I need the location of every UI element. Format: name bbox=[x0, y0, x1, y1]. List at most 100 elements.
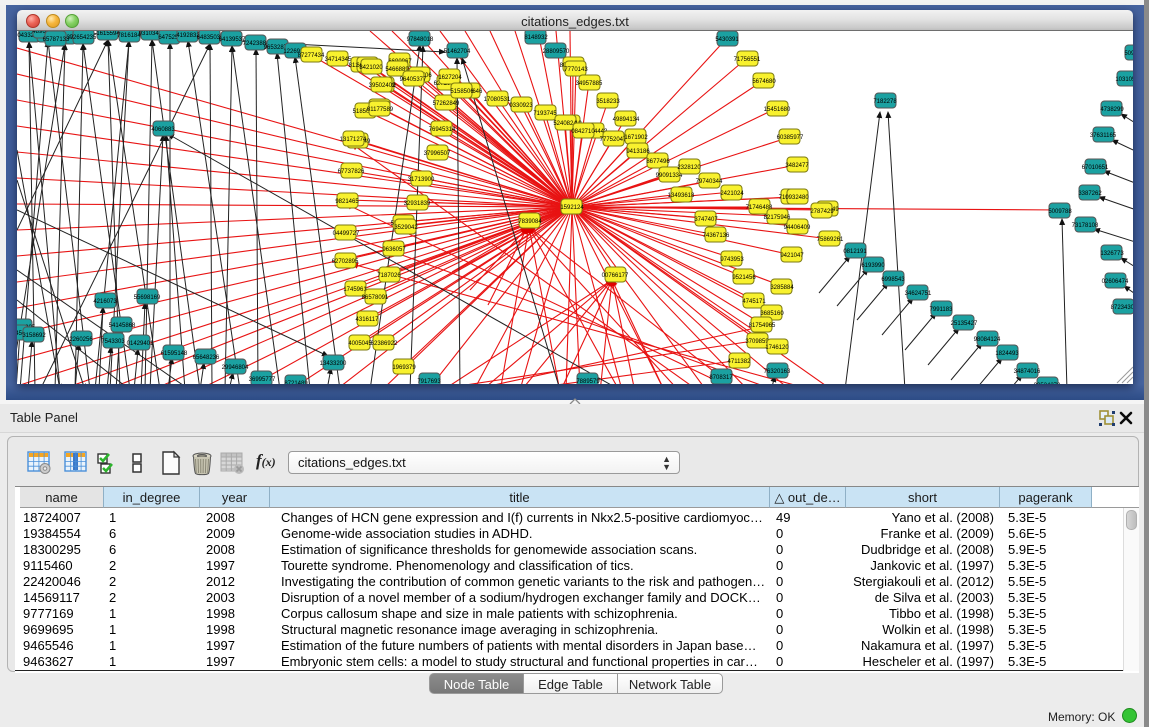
svg-text:34874016: 34874016 bbox=[1014, 369, 1041, 375]
svg-text:28809570: 28809570 bbox=[543, 49, 570, 55]
svg-text:9521456: 9521456 bbox=[732, 275, 756, 281]
svg-text:2260256: 2260256 bbox=[69, 337, 93, 343]
svg-text:62702895: 62702895 bbox=[332, 259, 359, 265]
svg-text:1671902: 1671902 bbox=[624, 135, 648, 141]
svg-text:3747407: 3747407 bbox=[694, 217, 718, 223]
svg-text:87277434: 87277434 bbox=[298, 53, 325, 59]
svg-text:76320163: 76320163 bbox=[764, 369, 791, 375]
svg-text:4316117: 4316117 bbox=[356, 317, 380, 323]
svg-text:1746120: 1746120 bbox=[765, 345, 789, 351]
svg-text:6998543: 6998543 bbox=[881, 277, 905, 283]
svg-text:31713900: 31713900 bbox=[408, 177, 435, 183]
svg-text:0842710: 0842710 bbox=[571, 129, 595, 135]
svg-text:8421020: 8421020 bbox=[359, 65, 383, 71]
svg-text:62386922: 62386922 bbox=[371, 341, 398, 347]
svg-text:37996507: 37996507 bbox=[424, 151, 451, 157]
svg-text:49894134: 49894134 bbox=[613, 117, 640, 123]
svg-text:0932480: 0932480 bbox=[785, 195, 809, 201]
svg-text:76945314: 76945314 bbox=[429, 127, 456, 133]
svg-text:79740344: 79740344 bbox=[696, 179, 723, 185]
svg-text:17080531: 17080531 bbox=[484, 97, 511, 103]
svg-text:5430391: 5430391 bbox=[715, 37, 739, 43]
svg-text:8708317: 8708317 bbox=[709, 375, 733, 381]
svg-text:94406409: 94406409 bbox=[784, 225, 811, 231]
svg-text:81177589: 81177589 bbox=[367, 107, 394, 113]
svg-text:0812191: 0812191 bbox=[843, 249, 867, 255]
svg-text:61595148: 61595148 bbox=[161, 351, 188, 357]
svg-text:29946804: 29946804 bbox=[222, 365, 249, 371]
svg-text:0330923: 0330923 bbox=[509, 103, 533, 109]
svg-text:5158506: 5158506 bbox=[450, 89, 474, 95]
svg-text:39502402: 39502402 bbox=[369, 83, 396, 89]
svg-text:02606474: 02606474 bbox=[1102, 279, 1129, 285]
svg-text:99091334: 99091334 bbox=[656, 173, 683, 179]
svg-text:7543303: 7543303 bbox=[101, 339, 125, 345]
svg-text:55698169: 55698169 bbox=[134, 295, 161, 301]
svg-text:51462704: 51462704 bbox=[444, 49, 471, 55]
svg-text:9413186: 9413186 bbox=[626, 149, 650, 155]
svg-text:57262849: 57262849 bbox=[433, 101, 460, 107]
svg-text:00766177: 00766177 bbox=[602, 273, 629, 279]
svg-text:13493618: 13493618 bbox=[668, 193, 695, 199]
svg-text:04499727: 04499727 bbox=[333, 231, 360, 237]
svg-text:8721489: 8721489 bbox=[284, 381, 308, 384]
svg-text:13171274: 13171274 bbox=[340, 137, 367, 143]
svg-text:4005045: 4005045 bbox=[348, 341, 372, 347]
svg-text:74367136: 74367136 bbox=[703, 233, 730, 239]
svg-text:37631165: 37631165 bbox=[1090, 133, 1117, 139]
svg-text:7889579: 7889579 bbox=[576, 379, 600, 384]
svg-text:1969379: 1969379 bbox=[392, 365, 416, 371]
svg-text:87234309: 87234309 bbox=[1111, 305, 1133, 311]
svg-text:3387262: 3387262 bbox=[1078, 191, 1102, 197]
svg-text:97848018: 97848018 bbox=[407, 37, 434, 43]
svg-text:2787429: 2787429 bbox=[810, 209, 834, 215]
svg-text:2328120: 2328120 bbox=[677, 165, 701, 171]
svg-text:1824493: 1824493 bbox=[995, 351, 1019, 357]
svg-text:77752047: 77752047 bbox=[600, 137, 627, 143]
svg-text:8677496: 8677496 bbox=[646, 159, 670, 165]
svg-text:98084124: 98084124 bbox=[974, 337, 1001, 343]
svg-text:4738299: 4738299 bbox=[1100, 107, 1124, 113]
svg-text:65787133: 65787133 bbox=[43, 37, 70, 43]
svg-text:6193990: 6193990 bbox=[861, 263, 885, 269]
svg-text:9821465: 9821465 bbox=[335, 199, 359, 205]
svg-text:01429401: 01429401 bbox=[127, 341, 154, 347]
svg-text:9421047: 9421047 bbox=[780, 253, 804, 259]
svg-text:60385977: 60385977 bbox=[777, 135, 804, 141]
svg-text:3285884: 3285884 bbox=[770, 285, 794, 291]
svg-text:75869261: 75869261 bbox=[817, 237, 844, 243]
svg-text:81754965: 81754965 bbox=[749, 323, 776, 329]
svg-text:3482477: 3482477 bbox=[785, 163, 809, 169]
svg-text:3685160: 3685160 bbox=[760, 311, 784, 317]
svg-text:71756551: 71756551 bbox=[734, 57, 761, 63]
svg-text:4711382: 4711382 bbox=[728, 359, 752, 365]
svg-text:5674680: 5674680 bbox=[752, 79, 776, 85]
svg-text:1745961: 1745961 bbox=[343, 287, 367, 293]
svg-text:4216073: 4216073 bbox=[93, 299, 117, 305]
svg-text:4060883: 4060883 bbox=[151, 127, 175, 133]
svg-text:36995777: 36995777 bbox=[249, 377, 276, 383]
svg-text:7839084: 7839084 bbox=[518, 219, 542, 225]
svg-text:34957885: 34957885 bbox=[576, 81, 603, 87]
svg-text:86578091: 86578091 bbox=[362, 295, 389, 301]
svg-text:32931839: 32931839 bbox=[404, 201, 431, 207]
svg-text:7182278: 7182278 bbox=[873, 99, 897, 105]
svg-text:3529042: 3529042 bbox=[394, 225, 418, 231]
svg-text:3158692: 3158692 bbox=[22, 333, 46, 339]
svg-text:67010651: 67010651 bbox=[1082, 165, 1109, 171]
svg-text:1592124: 1592124 bbox=[560, 205, 584, 211]
svg-text:82175946: 82175946 bbox=[764, 215, 791, 221]
svg-text:7917693: 7917693 bbox=[417, 379, 441, 384]
svg-text:00524278: 00524278 bbox=[1034, 383, 1061, 384]
svg-text:15451680: 15451680 bbox=[764, 107, 791, 113]
svg-text:7187026: 7187026 bbox=[377, 273, 401, 279]
svg-text:73178108: 73178108 bbox=[1072, 223, 1099, 229]
svg-text:02654235: 02654235 bbox=[70, 35, 97, 41]
svg-text:5009788: 5009788 bbox=[1048, 209, 1072, 215]
svg-text:7991183: 7991183 bbox=[930, 307, 954, 313]
svg-text:9743953: 9743953 bbox=[720, 257, 744, 263]
svg-text:25135427: 25135427 bbox=[951, 321, 978, 327]
svg-text:5098393: 5098393 bbox=[1124, 51, 1133, 57]
svg-text:34624751: 34624751 bbox=[905, 291, 932, 297]
svg-text:4745171: 4745171 bbox=[742, 299, 766, 305]
